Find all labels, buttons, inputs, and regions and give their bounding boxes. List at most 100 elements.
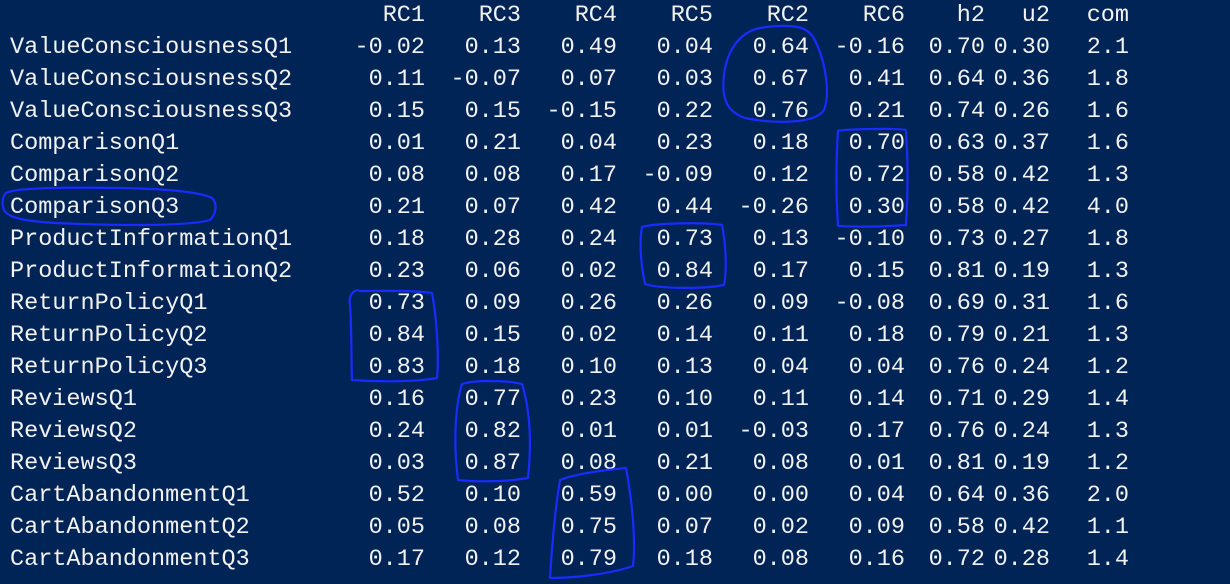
table-row: ProductInformationQ1 0.18 0.28 0.24 0.73 0.13… [0,224,1230,256]
table-cell: 0.17 [368,546,425,573]
table-cell: 0.42 [993,162,1050,189]
table-cell: 0.73 [656,226,713,253]
table-row: ComparisonQ1 0.01 0.21 0.04 0.23 0.18 0.70 0.63… [0,128,1230,160]
table-cell: 0.79 [928,322,985,349]
table-row: ProductInformationQ2 0.23 0.06 0.02 0.84 0.17… [0,256,1230,288]
row-label: ReturnPolicyQ3 [10,354,208,381]
table-cell: 0.28 [993,546,1050,573]
table-cell: 1.8 [1086,66,1129,93]
table-cell: 0.04 [752,354,809,381]
table-cell: 0.05 [368,514,425,541]
table-cell: 0.72 [848,162,905,189]
table-cell: 0.59 [560,482,617,509]
table-cell: 1.3 [1086,162,1129,189]
table-cell: 0.64 [928,482,985,509]
table-cell: 0.11 [752,386,809,413]
table-cell: 0.24 [368,418,425,445]
table-cell: 0.18 [848,322,905,349]
table-cell: 0.03 [368,450,425,477]
table-cell: 0.81 [928,450,985,477]
table-row: ValueConsciousnessQ1 -0.02 0.13 0.49 0.04 0.6… [0,32,1230,64]
row-label: ValueConsciousnessQ1 [10,34,293,61]
table-cell: 0.01 [656,418,713,445]
table-cell: 0.11 [368,66,425,93]
column-header: RC1 [382,2,425,29]
table-cell: 0.00 [656,482,713,509]
table-cell: 0.70 [848,130,905,157]
table-cell: 0.24 [993,418,1050,445]
table-cell: 0.30 [848,194,905,221]
row-label: ProductInformationQ1 [10,226,293,253]
table-cell: 0.42 [560,194,617,221]
table-cell: 0.83 [368,354,425,381]
table-cell: 0.01 [560,418,617,445]
table-cell: 0.08 [560,450,617,477]
column-header: u2 [1021,2,1050,29]
table-cell: 0.08 [752,546,809,573]
table-cell: 0.84 [656,258,713,285]
table-cell: 0.23 [368,258,425,285]
table-cell: 0.72 [928,546,985,573]
table-cell: 1.3 [1086,418,1129,445]
table-cell: 1.4 [1086,386,1129,413]
table-cell: 0.76 [928,418,985,445]
row-label: ComparisonQ1 [10,130,180,157]
table-cell: 0.21 [368,194,425,221]
table-row: ReviewsQ2 0.24 0.82 0.01 0.01 -0.03 0.17 0.76 0.… [0,416,1230,448]
table-row: ReturnPolicyQ1 0.73 0.09 0.26 0.26 0.09 -0.08 0… [0,288,1230,320]
table-cell: 0.26 [656,290,713,317]
table-cell: 0.67 [752,66,809,93]
table-cell: 0.28 [464,226,521,253]
table-cell: 0.15 [464,322,521,349]
table-cell: -0.26 [738,194,809,221]
table-cell: -0.16 [834,34,905,61]
table-cell: 0.12 [464,546,521,573]
table-cell: 0.04 [848,482,905,509]
table-cell: 0.04 [848,354,905,381]
table-row: ValueConsciousnessQ2 0.11 -0.07 0.07 0.03 0.6… [0,64,1230,96]
table-cell: 1.4 [1086,546,1129,573]
table-cell: 0.29 [993,386,1050,413]
table-cell: 0.73 [928,226,985,253]
table-cell: 0.16 [368,386,425,413]
table-cell: 0.70 [928,34,985,61]
table-cell: 0.58 [928,194,985,221]
table-cell: -0.10 [834,226,905,253]
table-cell: 0.10 [560,354,617,381]
table-cell: 0.18 [368,226,425,253]
table-cell: 0.76 [928,354,985,381]
powershell-console: RC1 RC3 RC4 RC5 RC2 RC6 h2 u2 com ValueConscious… [0,0,1230,584]
table-cell: 0.10 [656,386,713,413]
table-cell: 0.23 [656,130,713,157]
table-cell: 0.77 [464,386,521,413]
table-cell: 0.21 [656,450,713,477]
table-row: ValueConsciousnessQ3 0.15 0.15 -0.15 0.22 0.7… [0,96,1230,128]
table-cell: 0.03 [656,66,713,93]
table-cell: 0.42 [993,514,1050,541]
table-cell: 0.22 [656,98,713,125]
table-cell: 0.17 [848,418,905,445]
table-cell: 0.58 [928,514,985,541]
row-label: ReviewsQ2 [10,418,137,445]
table-cell: 0.01 [848,450,905,477]
table-cell: -0.15 [546,98,617,125]
table-row: CartAbandonmentQ1 0.52 0.10 0.59 0.00 0.00 0.0… [0,480,1230,512]
table-cell: 0.08 [464,162,521,189]
column-header: RC4 [574,2,617,29]
table-cell: 0.18 [752,130,809,157]
table-cell: 0.18 [464,354,521,381]
table-cell: 0.36 [993,482,1050,509]
table-cell: 0.19 [993,450,1050,477]
table-cell: 0.12 [752,162,809,189]
table-cell: 1.6 [1086,290,1129,317]
table-cell: 0.07 [560,66,617,93]
column-header: com [1086,2,1129,29]
table-cell: 0.02 [560,322,617,349]
table-cell: 0.11 [752,322,809,349]
table-cell: 1.3 [1086,258,1129,285]
table-cell: 0.13 [656,354,713,381]
table-row: CartAbandonmentQ2 0.05 0.08 0.75 0.07 0.02 0.0… [0,512,1230,544]
table-cell: -0.09 [642,162,713,189]
column-header: RC2 [766,2,809,29]
table-cell: 1.8 [1086,226,1129,253]
